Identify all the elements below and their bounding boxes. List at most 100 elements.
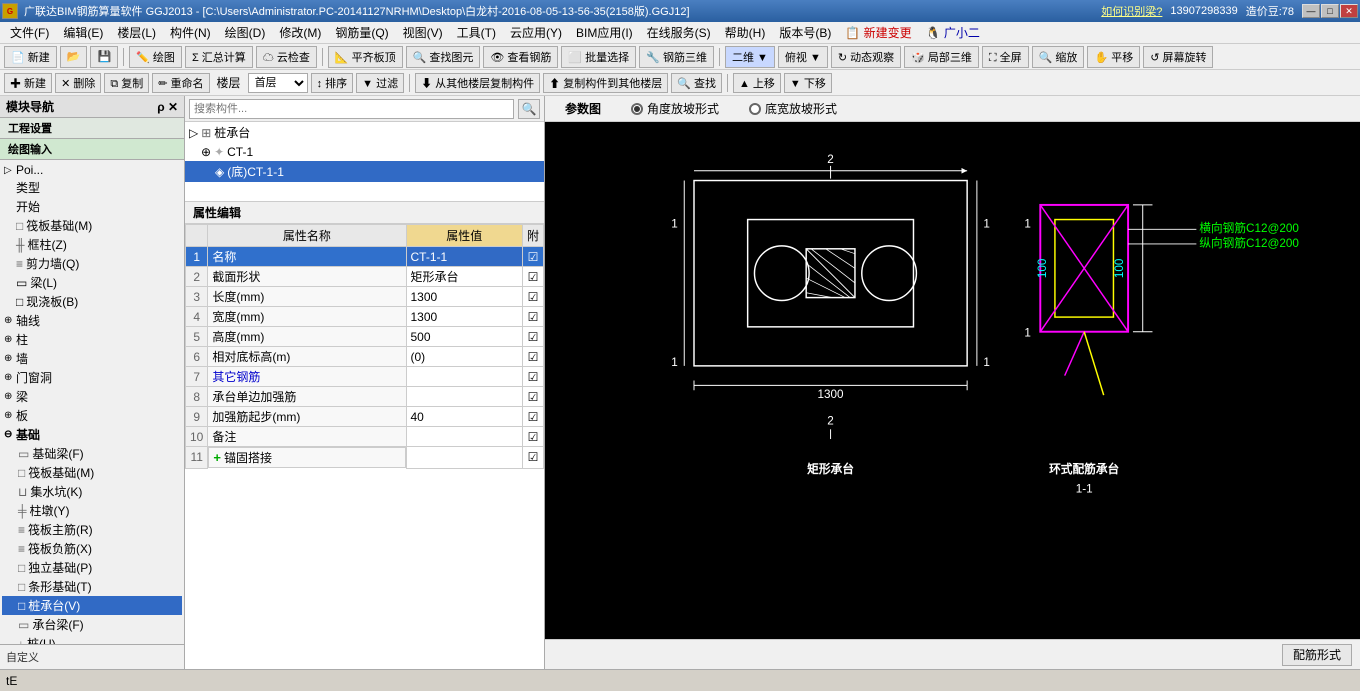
tree-item-doorwin[interactable]: ⊕ 门窗洞: [2, 368, 182, 387]
expand-pilecap-group[interactable]: ▷: [189, 126, 198, 140]
cell-check-8[interactable]: ☑: [522, 387, 543, 407]
btn-layer-delete[interactable]: ✕ 删除: [55, 73, 101, 93]
tree-item-isolated[interactable]: □ 独立基础(P): [2, 558, 182, 577]
layer-select[interactable]: 首层: [248, 73, 308, 93]
tree-item-beam[interactable]: ▭ 梁(L): [2, 273, 182, 292]
radio-angle-slope[interactable]: 角度放坡形式: [631, 100, 719, 117]
btn-sort[interactable]: ↕ 排序: [311, 73, 354, 93]
tree-item-raftneg[interactable]: ≡ 筏板负筋(X): [2, 539, 182, 558]
expand-doorwin[interactable]: ⊕: [4, 372, 16, 383]
row-5[interactable]: 5 高度(mm) 500 ☑: [186, 327, 544, 347]
expand-board2[interactable]: ⊕: [4, 410, 16, 421]
expand-wall[interactable]: ⊕: [4, 353, 16, 364]
menu-version[interactable]: 版本号(B): [773, 22, 837, 43]
row-1[interactable]: 1 名称 CT-1-1 ☑: [186, 247, 544, 267]
tree-item-pilecap[interactable]: □ 桩承台(V): [2, 596, 182, 615]
menu-tools[interactable]: 工具(T): [451, 22, 502, 43]
expand-ct1[interactable]: ⊕: [201, 145, 211, 159]
cell-val-7[interactable]: [406, 367, 522, 387]
tree-pilecap-group[interactable]: ▷ ⊞ 桩承台: [185, 122, 544, 143]
row-4[interactable]: 4 宽度(mm) 1300 ☑: [186, 307, 544, 327]
menu-view[interactable]: 视图(V): [397, 22, 449, 43]
cell-check-6[interactable]: ☑: [522, 347, 543, 367]
radio-width-slope[interactable]: 底宽放坡形式: [749, 100, 837, 117]
expand-foundation[interactable]: ⊖: [4, 429, 16, 440]
tree-item-axis[interactable]: ⊕ 轴线: [2, 311, 182, 330]
expand-beam2[interactable]: ⊕: [4, 391, 16, 402]
cell-val-2[interactable]: 矩形承台: [406, 267, 522, 287]
btn-draw[interactable]: ✏️ 绘图: [129, 46, 182, 68]
btn-batch[interactable]: ⬜ 批量选择: [561, 46, 636, 68]
btn-layer-rename[interactable]: ✏ 重命名: [152, 73, 209, 93]
cell-val-6[interactable]: (0): [406, 347, 522, 367]
tree-item-strip[interactable]: □ 条形基础(T): [2, 577, 182, 596]
tree-item-foundation[interactable]: ⊖ 基础: [2, 425, 182, 444]
cell-check-5[interactable]: ☑: [522, 327, 543, 347]
tree-ct1-1[interactable]: ◈ (底)CT-1-1: [185, 161, 544, 182]
btn-layer-new[interactable]: ✚ 新建: [4, 73, 52, 93]
row-6[interactable]: 6 相对底标高(m) (0) ☑: [186, 347, 544, 367]
search-btn[interactable]: 🔍: [518, 99, 540, 119]
close-btn[interactable]: ✕: [1340, 4, 1358, 18]
cell-val-1[interactable]: CT-1-1: [406, 247, 522, 267]
menu-help[interactable]: 帮助(H): [719, 22, 772, 43]
btn-pan[interactable]: ✋ 平移: [1087, 46, 1140, 68]
single-input-label[interactable]: 自定义: [6, 652, 39, 664]
maximize-btn[interactable]: □: [1321, 4, 1339, 18]
btn-zoom[interactable]: 🔍 缩放: [1032, 46, 1085, 68]
tree-item-basicbeam[interactable]: ▭ 基础梁(F): [2, 444, 182, 463]
btn-find-elem[interactable]: 🔍 查找图元: [406, 46, 481, 68]
row-11[interactable]: 11 + 锚固搭接 ☑: [186, 447, 544, 469]
cell-val-4[interactable]: 1300: [406, 307, 522, 327]
menu-modify[interactable]: 修改(M): [273, 22, 327, 43]
config-rebar-btn[interactable]: 配筋形式: [1282, 644, 1352, 666]
identify-link[interactable]: 如何识别梁?: [1101, 3, 1162, 19]
minimize-btn[interactable]: —: [1302, 4, 1320, 18]
expand-col[interactable]: ⊕: [4, 334, 16, 345]
row-2[interactable]: 2 截面形状 矩形承台 ☑: [186, 267, 544, 287]
menu-rebar[interactable]: 钢筋量(Q): [329, 22, 394, 43]
tree-item-board[interactable]: □ 现浇板(B): [2, 292, 182, 311]
btn-local3d[interactable]: 🎲 局部三维: [904, 46, 979, 68]
tree-item-framecol[interactable]: ╫ 框柱(Z): [2, 235, 182, 254]
btn-copy-from[interactable]: ⬇ 从其他楼层复制构件: [415, 73, 540, 93]
cell-check-9[interactable]: ☑: [522, 407, 543, 427]
menu-bim[interactable]: BIM应用(I): [570, 22, 639, 43]
menu-online[interactable]: 在线服务(S): [641, 22, 717, 43]
expand-axis[interactable]: ⊕: [4, 315, 16, 326]
btn-filter[interactable]: ▼ 过滤: [356, 73, 404, 93]
section-drawing[interactable]: 绘图输入: [0, 139, 184, 160]
cell-check-11[interactable]: ☑: [522, 447, 543, 469]
btn-new[interactable]: 📄 新建: [4, 46, 57, 68]
btn-layer-copy[interactable]: ⧉ 复制: [104, 73, 149, 93]
cell-val-10[interactable]: [406, 427, 522, 447]
tree-item-capbeam[interactable]: ▭ 承台梁(F): [2, 615, 182, 634]
cell-val-8[interactable]: [406, 387, 522, 407]
btn-fullscreen[interactable]: ⛶ 全屏: [982, 46, 1029, 68]
btn-up[interactable]: ▲ 上移: [733, 73, 781, 93]
btn-save[interactable]: 💾: [90, 46, 118, 68]
cell-check-2[interactable]: ☑: [522, 267, 543, 287]
btn-cloud-check[interactable]: ☁ 云检查: [256, 46, 317, 68]
btn-view-rebar[interactable]: 👁 查看钢筋: [483, 46, 558, 68]
expand-poi[interactable]: ▷: [4, 165, 16, 176]
btn-open[interactable]: 📂: [60, 46, 88, 68]
search-input[interactable]: [189, 99, 514, 119]
btn-3d-rebar[interactable]: 🔧 钢筋三维: [639, 46, 714, 68]
cell-check-7[interactable]: ☑: [522, 367, 543, 387]
cell-val-11[interactable]: [406, 447, 522, 469]
cell-check-10[interactable]: ☑: [522, 427, 543, 447]
tree-item-board2[interactable]: ⊕ 板: [2, 406, 182, 425]
cell-check-3[interactable]: ☑: [522, 287, 543, 307]
tree-item-pile[interactable]: ↓ 桩(U): [2, 634, 182, 644]
tree-item-raft[interactable]: □ 筏板基础(M): [2, 216, 182, 235]
cell-check-4[interactable]: ☑: [522, 307, 543, 327]
menu-file[interactable]: 文件(F): [4, 22, 55, 43]
row-3[interactable]: 3 长度(mm) 1300 ☑: [186, 287, 544, 307]
cell-check-1[interactable]: ☑: [522, 247, 543, 267]
tree-item-wall[interactable]: ⊕ 墙: [2, 349, 182, 368]
btn-find[interactable]: 🔍 查找: [671, 73, 722, 93]
tree-ct1[interactable]: ⊕ ✦ CT-1: [185, 143, 544, 161]
tree-item-piled[interactable]: ╪ 柱墩(Y): [2, 501, 182, 520]
row-10[interactable]: 10 备注 ☑: [186, 427, 544, 447]
